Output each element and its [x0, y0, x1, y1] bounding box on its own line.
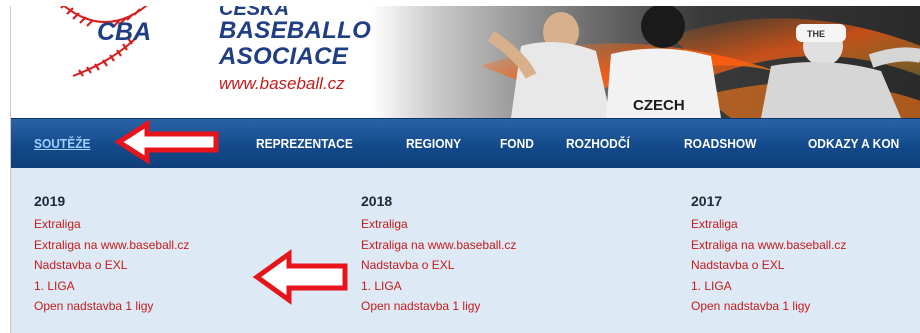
brand-url: www.baseball.cz: [219, 74, 345, 93]
year-column-2017: 2017 Extraliga Extraliga na www.baseball…: [691, 192, 846, 317]
link-nadstavba-exl[interactable]: Nadstavba o EXL: [34, 255, 189, 276]
year-heading: 2019: [34, 193, 66, 209]
nav-item-souteze[interactable]: SOUTĚŽE: [34, 119, 90, 169]
brand-name-line2: ASOCIACE: [219, 43, 349, 70]
link-extraliga-web[interactable]: Extraliga na www.baseball.cz: [361, 235, 516, 256]
link-open-nadstavba[interactable]: Open nadstavba 1 ligy: [691, 296, 846, 317]
link-1-liga[interactable]: 1. LIGA: [361, 276, 516, 297]
nav-item-odkazy[interactable]: ODKAZY A KON: [808, 119, 899, 169]
website-frame: CBA ČESKÁ BASEBALLOVÁ ASOCIACE www.baseb…: [10, 6, 920, 333]
year-heading: 2018: [361, 193, 393, 209]
nav-item-reprezentace[interactable]: REPREZENTACE: [256, 119, 353, 169]
nav-item-roadshow[interactable]: ROADSHOW: [684, 119, 756, 169]
jersey-text: CZECH: [633, 97, 685, 114]
link-extraliga[interactable]: Extraliga: [34, 214, 189, 235]
link-1-liga[interactable]: 1. LIGA: [691, 276, 846, 297]
link-open-nadstavba[interactable]: Open nadstavba 1 ligy: [361, 296, 516, 317]
nav-item-regiony[interactable]: REGIONY: [406, 119, 461, 169]
main-navigation: SOUTĚŽE REPREZENTACE REGIONY FOND ROZHOD…: [11, 118, 920, 168]
year-column-2018: 2018 Extraliga Extraliga na www.baseball…: [361, 192, 516, 317]
link-1-liga[interactable]: 1. LIGA: [34, 276, 189, 297]
cap-text: THE: [807, 29, 825, 39]
cba-logo[interactable]: CBA: [43, 6, 163, 106]
link-nadstavba-exl[interactable]: Nadstavba o EXL: [361, 255, 516, 276]
site-header: CBA ČESKÁ BASEBALLOVÁ ASOCIACE www.baseb…: [11, 6, 920, 118]
header-baseball-photo: CZECH THE: [371, 6, 920, 118]
competitions-panel: 2019 Extraliga Extraliga na www.baseball…: [11, 168, 920, 333]
link-extraliga[interactable]: Extraliga: [691, 214, 846, 235]
year-column-2019: 2019 Extraliga Extraliga na www.baseball…: [34, 192, 189, 317]
link-extraliga-web[interactable]: Extraliga na www.baseball.cz: [34, 235, 189, 256]
link-nadstavba-exl[interactable]: Nadstavba o EXL: [691, 255, 846, 276]
link-extraliga[interactable]: Extraliga: [361, 214, 516, 235]
link-extraliga-web[interactable]: Extraliga na www.baseball.cz: [691, 235, 846, 256]
nav-item-rozhodci[interactable]: ROZHODČÍ: [566, 119, 630, 169]
nav-item-fond[interactable]: FOND: [500, 119, 534, 169]
cba-logo-text: CBA: [97, 18, 151, 46]
link-open-nadstavba[interactable]: Open nadstavba 1 ligy: [34, 296, 189, 317]
year-heading: 2017: [691, 193, 723, 209]
